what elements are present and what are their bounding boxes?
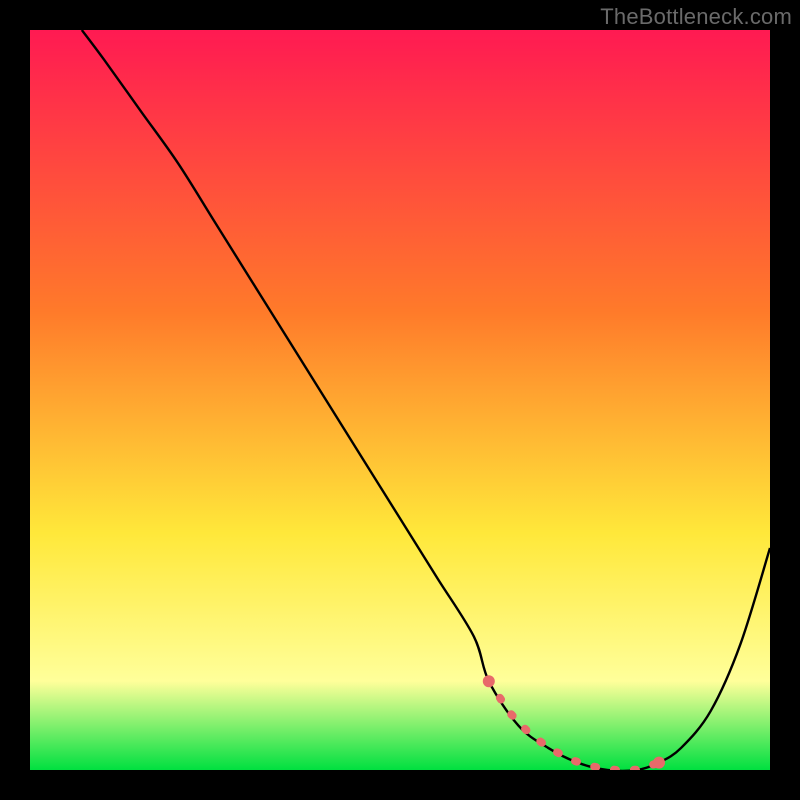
highlight-endpoint: [653, 757, 665, 769]
gradient-background: [30, 30, 770, 770]
bottleneck-chart: [30, 30, 770, 770]
plot-area: [30, 30, 770, 770]
highlight-endpoint: [483, 675, 495, 687]
attribution-label: TheBottleneck.com: [600, 4, 792, 30]
chart-frame: TheBottleneck.com: [0, 0, 800, 800]
